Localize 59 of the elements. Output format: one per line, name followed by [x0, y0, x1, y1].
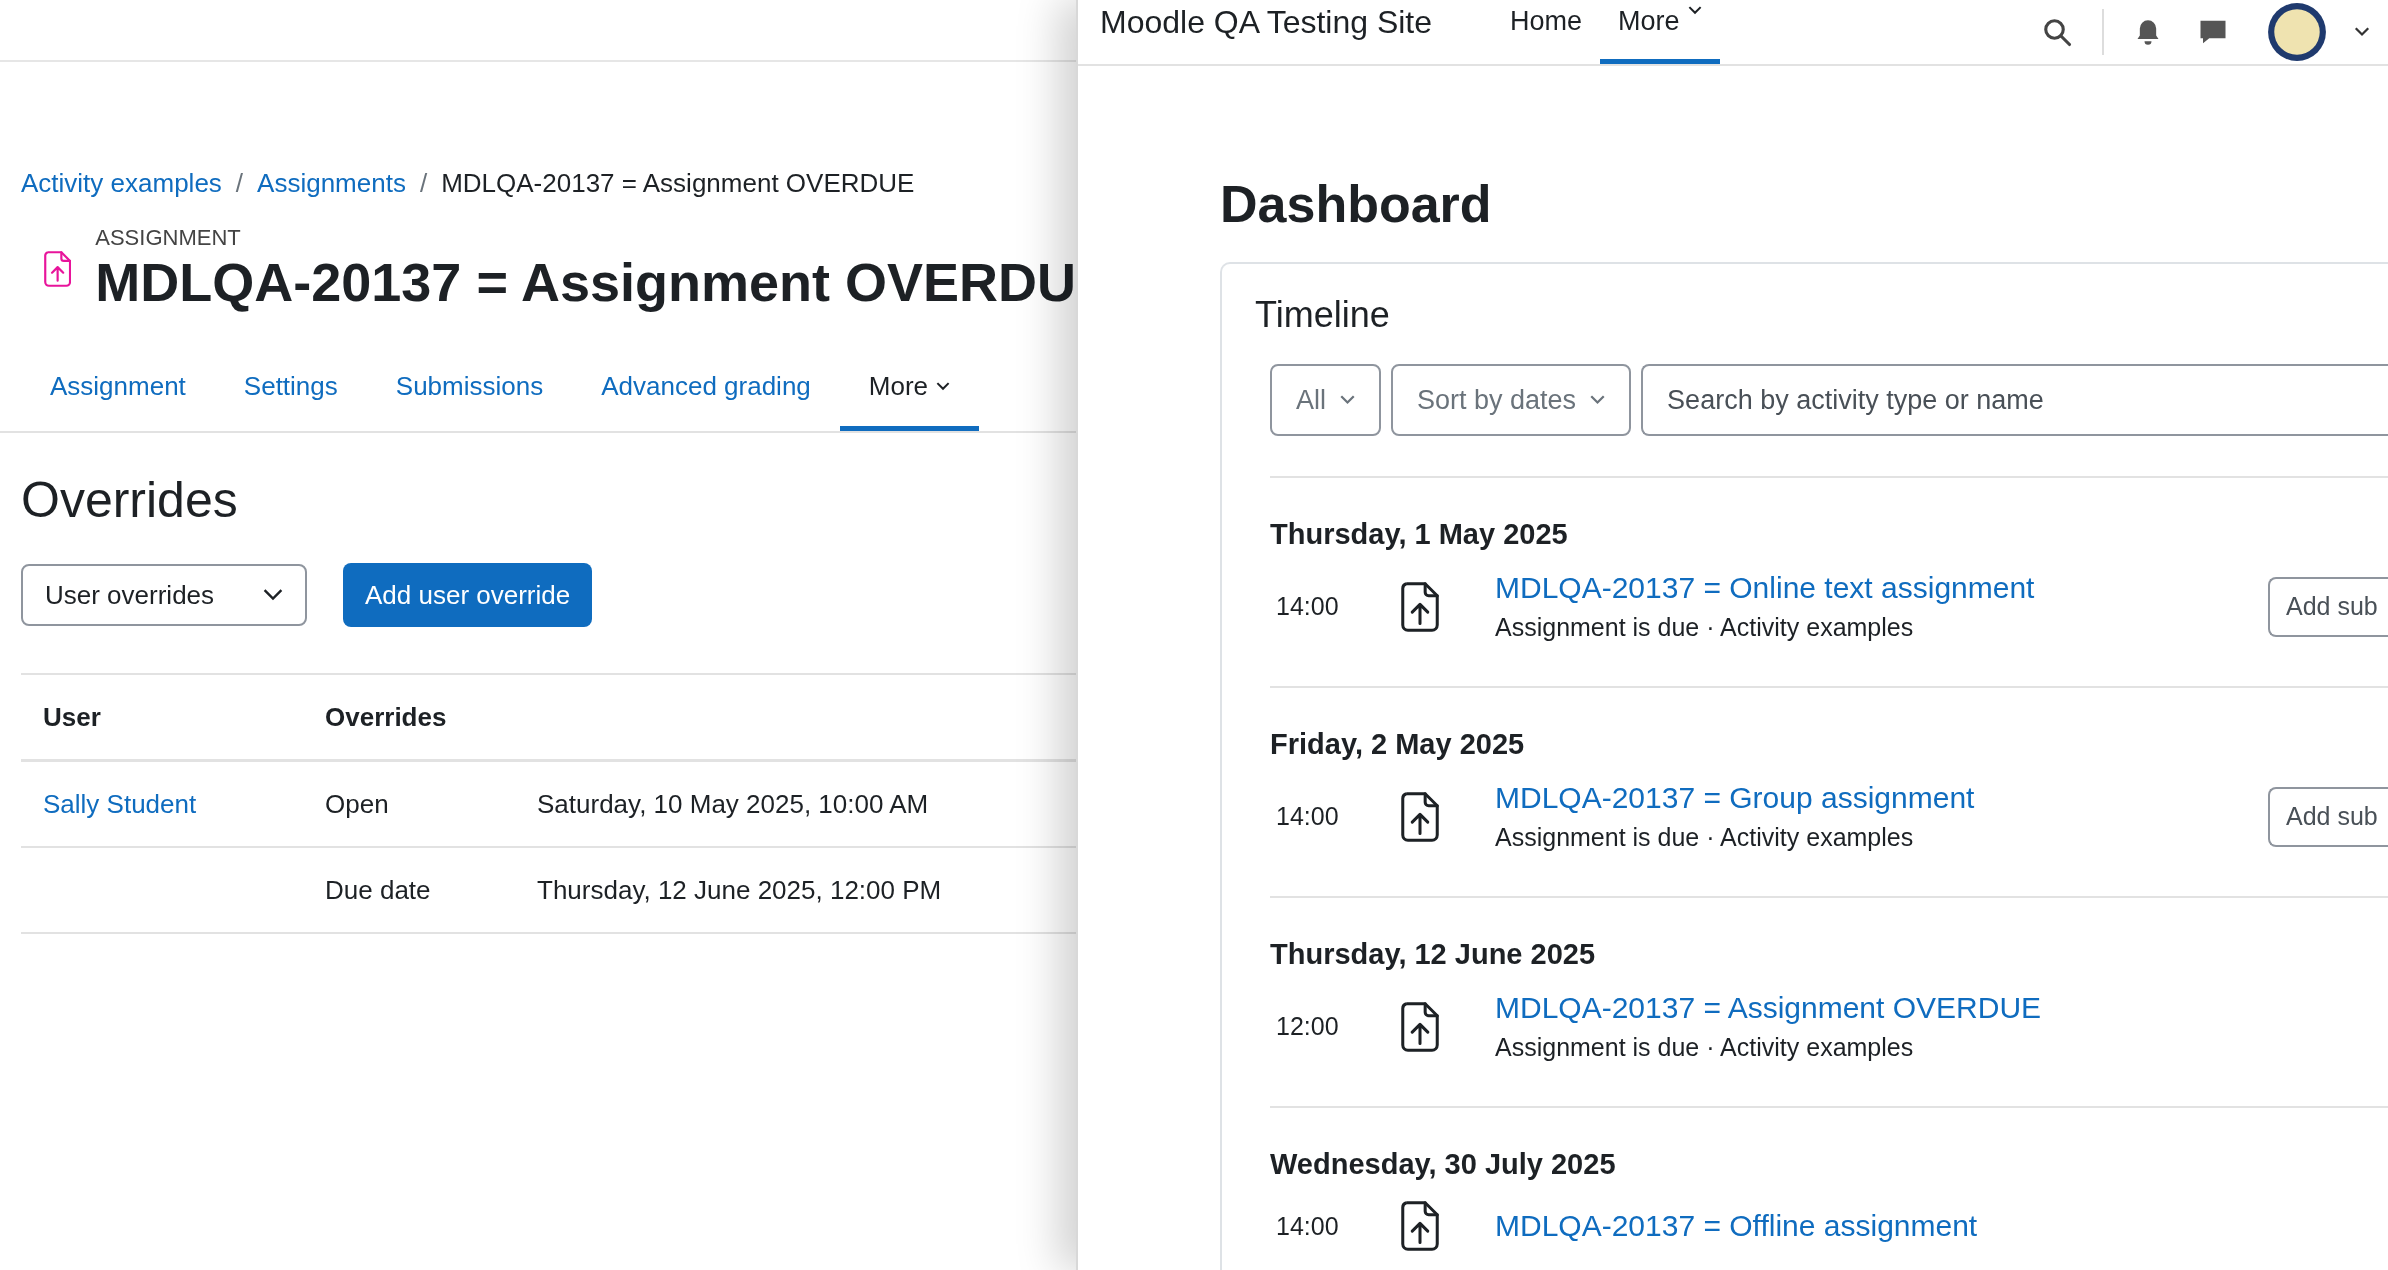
page-heading: Dashboard — [1220, 174, 1493, 234]
table-cell-text: Due date — [325, 874, 432, 906]
filter-dropdown[interactable]: All — [1270, 364, 1381, 436]
search-icon[interactable] — [2042, 17, 2072, 47]
activity-link[interactable]: MDLQA-20137 = Assignment OVERDUE — [1495, 991, 2388, 1025]
date-heading: Thursday, 12 June 2025 — [1270, 938, 1597, 971]
date-heading: Wednesday, 30 July 2025 — [1270, 1148, 1617, 1181]
breadcrumb-separator: / — [419, 168, 428, 199]
add-submission-button[interactable]: Add sub — [2268, 576, 2388, 637]
user-avatar[interactable] — [2266, 1, 2328, 63]
event-time: 14:00 — [1275, 802, 1340, 831]
nav-tab[interactable]: More — [839, 353, 980, 432]
column-header: Overrides — [325, 701, 448, 733]
filter-dropdown[interactable]: Sort by dates — [1391, 364, 1632, 436]
table-cell: Thursday, 12 June 2025, 12:00 PM — [537, 874, 942, 906]
date-heading: Thursday, 1 May 2025 — [1270, 518, 1569, 551]
table-cell: Saturday, 10 May 2025, 10:00 AM — [537, 788, 929, 820]
user-link[interactable]: Sally Student — [43, 788, 197, 819]
caret-icon — [1687, 6, 1702, 15]
event-details: Assignment is due · Activity examples — [1495, 1033, 1915, 1062]
nav-tab[interactable]: Submissions — [366, 353, 573, 432]
breadcrumb-link[interactable]: Assignments — [257, 168, 406, 199]
event-details: Assignment is due · Activity examples — [1495, 823, 1915, 852]
activity-link[interactable]: MDLQA-20137 = Group assignment — [1495, 781, 2268, 815]
file-upload-icon — [1401, 581, 1439, 632]
file-upload-icon — [1401, 791, 1439, 842]
column-header: User — [42, 701, 102, 733]
breadcrumb-current: MDLQA-20137 = Assignment OVERDUE — [441, 168, 915, 199]
nav-tab[interactable]: Advanced grading — [572, 353, 840, 432]
activity-link[interactable]: MDLQA-20137 = Online text assignment — [1495, 571, 2268, 605]
page-title: MDLQA-20137 = Assignment OVERDU — [95, 251, 1076, 314]
add-override-button[interactable]: Add user override — [343, 563, 593, 628]
section-heading: Overrides — [21, 471, 239, 530]
nav-link[interactable]: More — [1600, 0, 1720, 64]
breadcrumb-link[interactable]: Activity examples — [21, 168, 222, 199]
caret-icon — [263, 589, 283, 602]
override-type-select[interactable]: User overrides — [21, 564, 307, 627]
event-time: 12:00 — [1275, 1012, 1340, 1041]
file-upload-icon — [1401, 1201, 1439, 1251]
nav-tab[interactable]: Assignment — [21, 353, 215, 432]
site-name[interactable]: Moodle QA Testing Site — [1100, 4, 1433, 41]
add-submission-button[interactable]: Add sub — [2268, 786, 2388, 847]
caret-icon[interactable] — [2354, 27, 2370, 37]
event-details: Assignment is due · Activity examples — [1495, 613, 1915, 642]
activity-type-label: ASSIGNMENT — [95, 225, 242, 251]
date-heading: Friday, 2 May 2025 — [1270, 728, 1526, 761]
caret-icon — [1590, 395, 1606, 405]
activity-link[interactable]: MDLQA-20137 = Offline assignment — [1495, 1209, 2388, 1243]
file-upload-icon — [1401, 1001, 1439, 1052]
breadcrumb-separator: / — [235, 168, 244, 199]
event-time: 14:00 — [1275, 1211, 1340, 1241]
event-time: 14:00 — [1275, 592, 1340, 621]
caret-icon — [936, 382, 951, 392]
card-title: Timeline — [1255, 294, 1391, 336]
nav-tab[interactable]: Settings — [214, 353, 367, 432]
table-cell-text: Open — [325, 788, 390, 820]
caret-icon — [1340, 395, 1355, 405]
nav-link[interactable]: Home — [1492, 0, 1601, 64]
search-field[interactable]: Search by activity type or name — [1641, 364, 2388, 436]
